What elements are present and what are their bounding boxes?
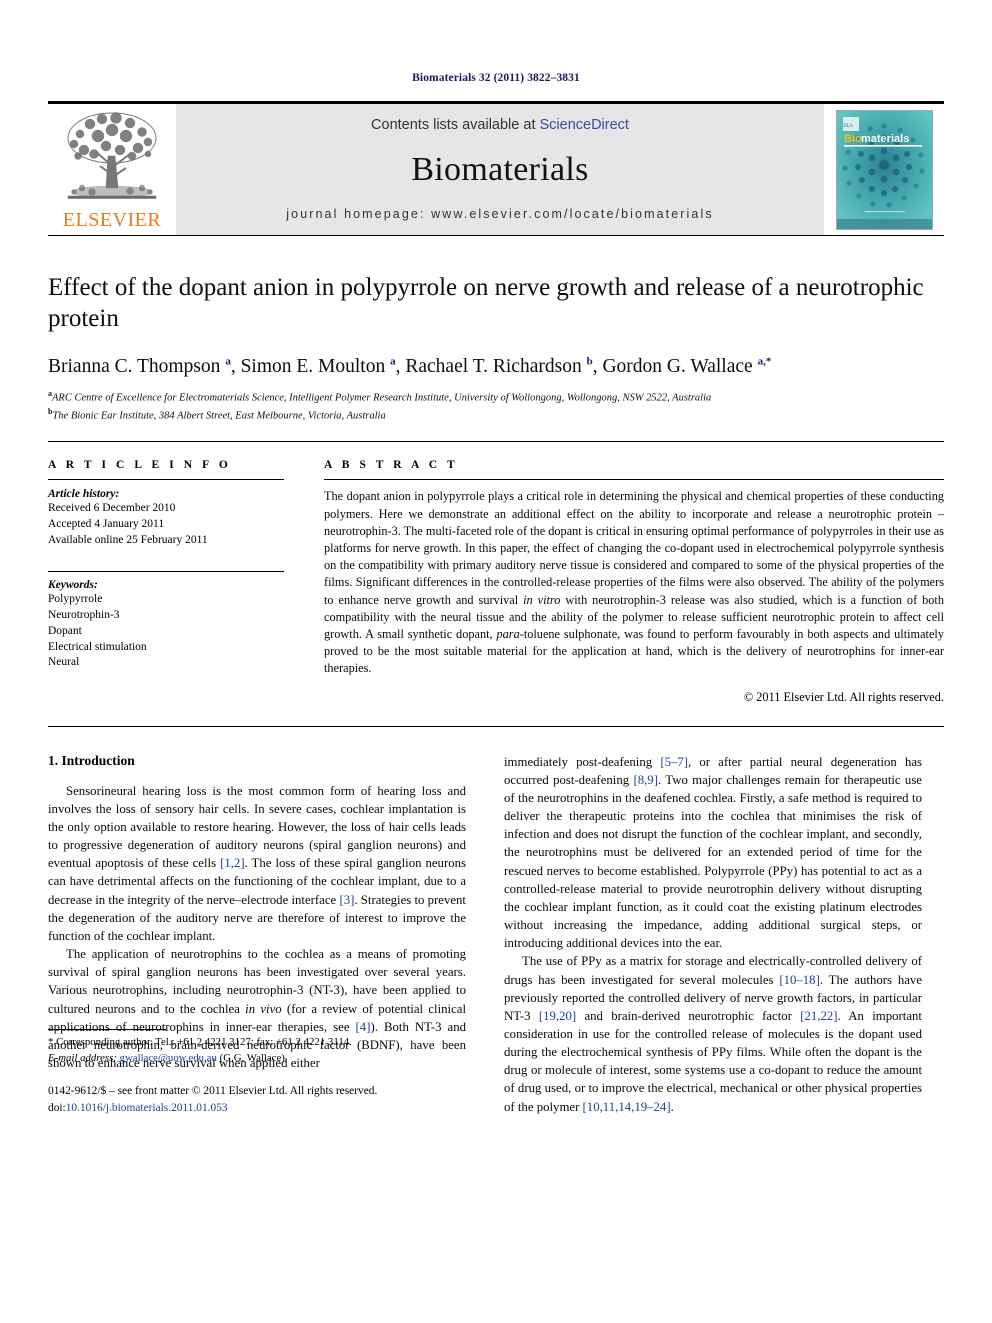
journal-cover-thumbnail[interactable]: ELS Bio materials [835, 109, 933, 230]
contents-prefix: Contents lists available at [371, 116, 540, 133]
masthead-center: Contents lists available at ScienceDirec… [176, 104, 824, 235]
paper-page: Biomaterials 32 (2011) 3822–3831 ELSEVIE… [0, 0, 992, 1323]
info-abstract-region: A R T I C L E I N F O Article history: R… [48, 441, 944, 704]
history-received: Received 6 December 2010 [48, 502, 176, 515]
elsevier-tree-icon [67, 112, 157, 199]
body-column-right: immediately post-deafening [5–7], or aft… [504, 753, 922, 1116]
doi-link[interactable]: 10.1016/j.biomaterials.2011.01.053 [66, 1102, 228, 1114]
abstract-heading: A B S T R A C T [324, 459, 459, 472]
running-head: Biomaterials 32 (2011) 3822–3831 [412, 72, 580, 84]
journal-masthead: ELSEVIER Contents lists available at Sci… [48, 101, 944, 235]
doi-label: doi: [48, 1101, 66, 1114]
article-title: Effect of the dopant anion in polypyrrol… [48, 274, 924, 333]
email-line: E-mail address: gwallace@uow.edu.au (G.G… [48, 1051, 466, 1067]
intro-paragraph-4: The use of PPy as a matrix for storage a… [504, 954, 922, 1114]
journal-title: Biomaterials [411, 150, 589, 188]
affiliation-a-text: ARC Centre of Excellence for Electromate… [52, 392, 712, 404]
abstract-bottom-rule [48, 725, 944, 727]
sciencedirect-link[interactable]: ScienceDirect [540, 117, 629, 133]
email-link[interactable]: gwallace@uow.edu.au [120, 1052, 217, 1064]
authors-text: Brianna C. Thompson a, Simon E. Moulton … [48, 355, 772, 378]
abstract-rule [324, 479, 944, 481]
history-available-online: Available online 25 February 2011 [48, 534, 208, 547]
abstract-column: A B S T R A C T The dopant anion in poly… [324, 459, 944, 704]
article-info-rule [48, 479, 284, 481]
history-accepted: Accepted 4 January 2011 [48, 518, 165, 531]
intro-paragraph-3: immediately post-deafening [5–7], or aft… [504, 754, 922, 951]
affiliation-b-text: The Bionic Ear Institute, 384 Albert Str… [52, 410, 386, 422]
keywords-rule [48, 571, 284, 573]
footnote-block: * Corresponding author. Tel.: +61 2 4221… [48, 1029, 466, 1116]
article-history-label: Article history: [48, 488, 120, 501]
keywords-label: Keywords: [48, 579, 98, 592]
svg-text:ELS: ELS [844, 124, 853, 129]
keyword-item: Dopant [48, 624, 82, 637]
journal-cover-container: ELS Bio materials [824, 104, 944, 235]
body-column-left: 1. Introduction Sensorineural hearing lo… [48, 753, 466, 1116]
affiliation-a: aARC Centre of Excellence for Electromat… [48, 388, 944, 406]
masthead-bottom-rule [48, 235, 944, 236]
abstract-text: The dopant anion in polypyrrole plays a … [324, 489, 944, 676]
affiliation-b: bThe Bionic Ear Institute, 384 Albert St… [48, 406, 944, 424]
elsevier-wordmark: ELSEVIER [62, 209, 162, 231]
body-columns: 1. Introduction Sensorineural hearing lo… [48, 753, 944, 1116]
front-matter-line: 0142-9612/$ – see front matter © 2011 El… [48, 1085, 378, 1098]
footnote-rule [48, 1029, 166, 1031]
article-info-heading: A R T I C L E I N F O [48, 459, 232, 472]
corresponding-author-note: * Corresponding author. Tel.: +61 2 4221… [48, 1036, 352, 1049]
email-label: E-mail address: [48, 1051, 117, 1064]
contents-available-line: Contents lists available at ScienceDirec… [371, 117, 629, 133]
abstract-copyright: © 2011 Elsevier Ltd. All rights reserved… [743, 689, 944, 704]
keyword-item: Neurotrophin-3 [48, 608, 120, 621]
intro-paragraph-1: Sensorineural hearing loss is the most c… [48, 783, 466, 943]
svg-text:materials: materials [861, 133, 909, 145]
doi-line: doi:10.1016/j.biomaterials.2011.01.053 [48, 1100, 466, 1116]
keyword-item: Electrical stimulation [48, 640, 147, 653]
keyword-item: Neural [48, 656, 80, 669]
introduction-heading: 1. Introduction [48, 752, 135, 768]
issn-doi-block: 0142-9612/$ – see front matter © 2011 El… [48, 1083, 466, 1115]
author-list: Brianna C. Thompson a, Simon E. Moulton … [48, 356, 944, 379]
email-suffix: (G.G. Wallace). [219, 1051, 288, 1064]
keyword-item: Polypyrrole [48, 593, 103, 606]
article-info-column: A R T I C L E I N F O Article history: R… [48, 459, 284, 704]
cover-artwork-icon: ELS Bio materials [836, 110, 932, 229]
keywords-block: Keywords: Polypyrrole Neurotrophin-3 Dop… [48, 571, 284, 671]
journal-homepage-line[interactable]: journal homepage: www.elsevier.com/locat… [286, 207, 713, 221]
elsevier-logo: ELSEVIER [48, 104, 176, 235]
affiliation-list: aARC Centre of Excellence for Electromat… [48, 388, 944, 423]
svg-text:Bio: Bio [844, 133, 862, 145]
